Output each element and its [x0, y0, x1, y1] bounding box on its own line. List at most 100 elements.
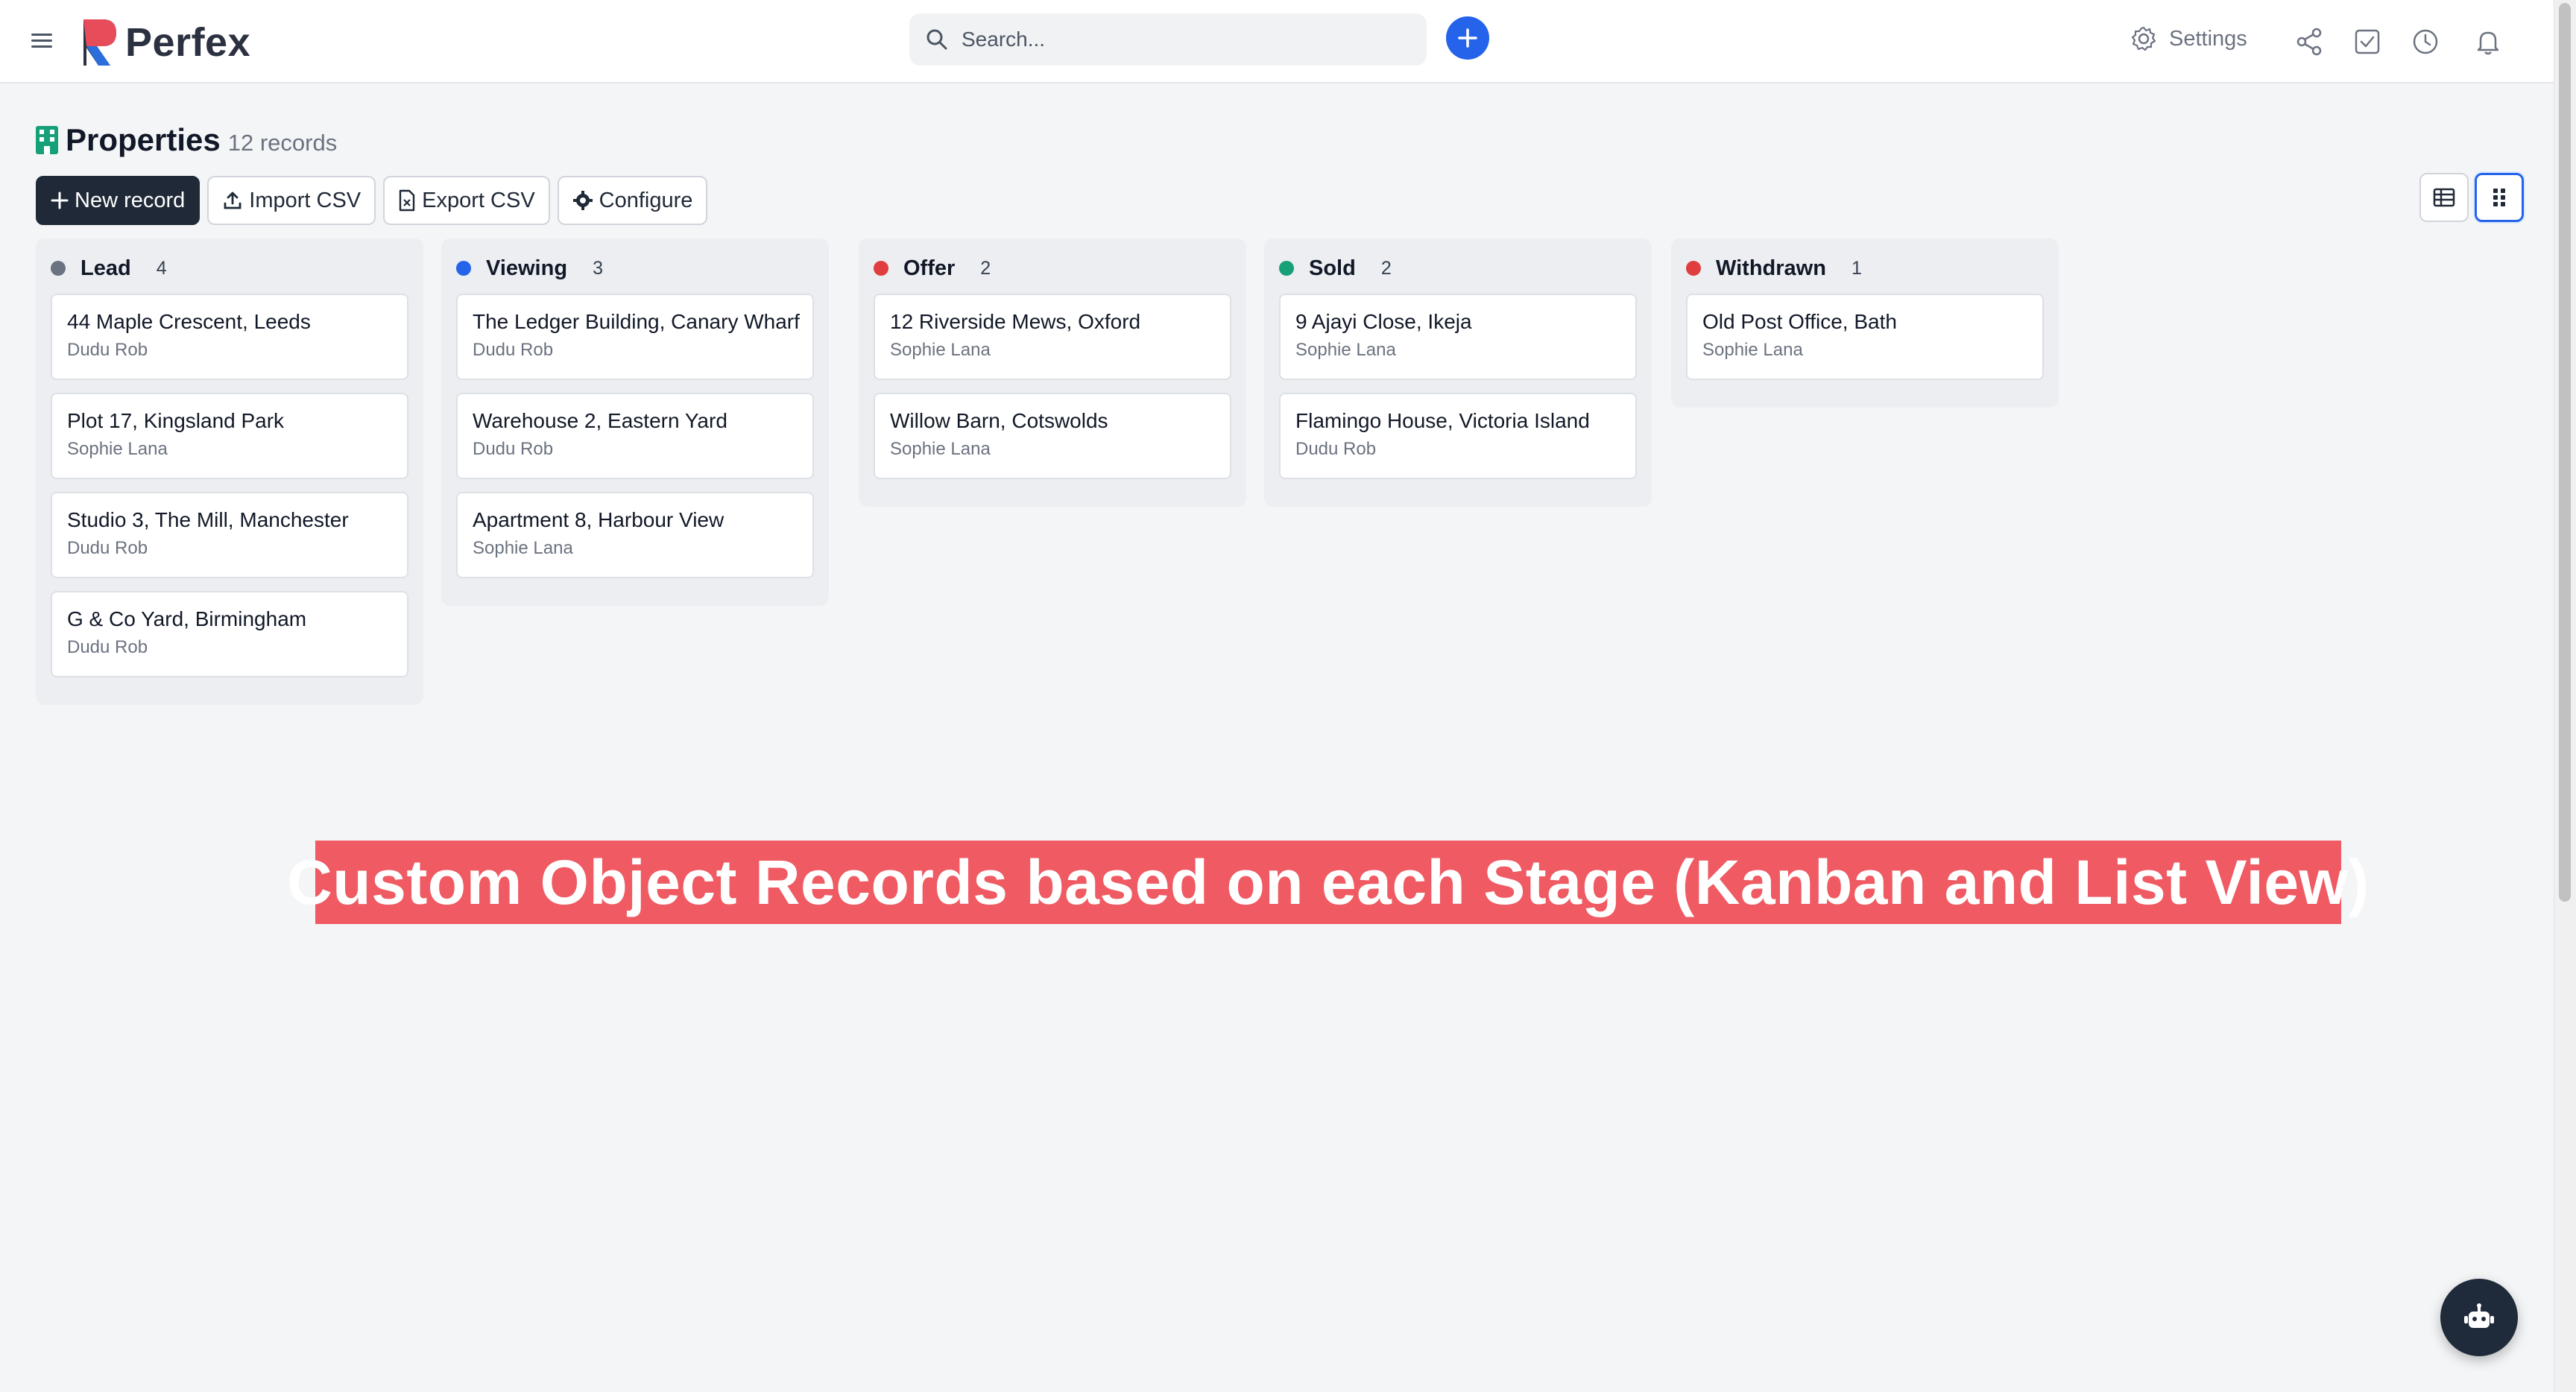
- list-view-button[interactable]: [2419, 173, 2469, 222]
- assistant-button[interactable]: [2440, 1279, 2518, 1356]
- card-owner: Sophie Lana: [473, 538, 573, 558]
- card-title: Old Post Office, Bath: [1702, 310, 1897, 333]
- card-owner: Sophie Lana: [890, 340, 991, 360]
- card-owner: Dudu Rob: [1295, 439, 1377, 459]
- card-title: Studio 3, The Mill, Manchester: [67, 508, 349, 531]
- stage-dot: [51, 261, 66, 276]
- settings-label: Settings: [2169, 26, 2247, 51]
- search-input[interactable]: [962, 28, 1379, 51]
- page-header: Properties 12 records: [36, 122, 337, 158]
- record-card[interactable]: Plot 17, Kingsland Park Sophie Lana: [51, 393, 408, 479]
- card-title: 44 Maple Crescent, Leeds: [67, 310, 311, 333]
- card-owner: Dudu Rob: [473, 439, 554, 459]
- stage-dot: [456, 261, 471, 276]
- column-count: 2: [1380, 257, 1392, 279]
- building-icon: [36, 126, 58, 154]
- table-view-icon: [2433, 188, 2455, 207]
- record-card[interactable]: G & Co Yard, Birmingham Dudu Rob: [51, 591, 408, 677]
- card-owner: Dudu Rob: [67, 637, 148, 657]
- card-owner: Sophie Lana: [1295, 340, 1396, 360]
- search-bar[interactable]: [909, 13, 1427, 66]
- clock-icon[interactable]: [2411, 27, 2440, 57]
- column-count: 1: [1851, 257, 1862, 279]
- import-csv-button[interactable]: Import CSV: [207, 176, 376, 225]
- search-icon: [926, 29, 947, 50]
- export-csv-button[interactable]: Export CSV: [383, 176, 550, 225]
- configure-label: Configure: [599, 188, 693, 212]
- view-toggle: [2419, 173, 2524, 222]
- file-icon: [399, 189, 415, 212]
- robot-icon: [2464, 1303, 2494, 1328]
- card-title: Plot 17, Kingsland Park: [67, 409, 285, 432]
- column-count: 4: [156, 257, 167, 279]
- column-offer: Offer 2 12 Riverside Mews, Oxford Sophie…: [859, 238, 1246, 507]
- record-card[interactable]: 12 Riverside Mews, Oxford Sophie Lana: [874, 294, 1231, 380]
- column-header: Withdrawn 1: [1686, 250, 2044, 286]
- card-title: Warehouse 2, Eastern Yard: [473, 409, 727, 432]
- card-title: Flamingo House, Victoria Island: [1295, 409, 1590, 432]
- column-header: Viewing 3: [456, 250, 814, 286]
- card-title: Willow Barn, Cotswolds: [890, 409, 1108, 432]
- export-csv-label: Export CSV: [422, 188, 535, 212]
- quick-create-button[interactable]: [1446, 16, 1489, 60]
- record-card[interactable]: 44 Maple Crescent, Leeds Dudu Rob: [51, 294, 408, 380]
- record-card[interactable]: Apartment 8, Harbour View Sophie Lana: [456, 492, 814, 578]
- card-owner: Dudu Rob: [67, 538, 148, 558]
- scrollbar-thumb[interactable]: [2559, 3, 2571, 902]
- top-bar: Perfex Settings: [0, 0, 2554, 83]
- app-logo[interactable]: Perfex: [80, 16, 250, 69]
- cog-icon: [572, 191, 593, 210]
- card-title: The Ledger Building, Canary Wharf: [473, 310, 800, 333]
- app-name: Perfex: [125, 20, 251, 65]
- record-card[interactable]: Old Post Office, Bath Sophie Lana: [1686, 294, 2044, 380]
- record-count: 12 records: [227, 130, 338, 156]
- new-record-label: New record: [75, 188, 186, 212]
- stage-dot: [874, 261, 888, 276]
- column-header: Lead 4: [51, 250, 408, 286]
- settings-link[interactable]: Settings: [2130, 25, 2247, 52]
- record-card[interactable]: Flamingo House, Victoria Island Dudu Rob: [1279, 393, 1637, 479]
- plus-icon: [1458, 28, 1477, 48]
- logo-icon: [83, 19, 116, 66]
- record-card[interactable]: Willow Barn, Cotswolds Sophie Lana: [874, 393, 1231, 479]
- card-owner: Dudu Rob: [67, 340, 148, 360]
- column-count: 3: [593, 257, 603, 279]
- column-viewing: Viewing 3 The Ledger Building, Canary Wh…: [441, 238, 829, 606]
- column-header: Sold 2: [1279, 250, 1637, 286]
- new-record-button[interactable]: New record: [36, 176, 201, 225]
- stage-dot: [1279, 261, 1294, 276]
- column-sold: Sold 2 9 Ajayi Close, Ikeja Sophie Lana …: [1264, 238, 1652, 507]
- records-toolbar: New record Import CSV Export CSV Configu…: [36, 176, 708, 225]
- card-owner: Sophie Lana: [67, 439, 168, 459]
- page-scrollbar[interactable]: [2554, 0, 2576, 1392]
- card-title: 12 Riverside Mews, Oxford: [890, 310, 1141, 333]
- column-lead: Lead 4 44 Maple Crescent, Leeds Dudu Rob…: [36, 238, 423, 705]
- kanban-view-button[interactable]: [2475, 173, 2524, 222]
- card-title: Apartment 8, Harbour View: [473, 508, 724, 531]
- card-owner: Sophie Lana: [1702, 340, 1803, 360]
- record-card[interactable]: Warehouse 2, Eastern Yard Dudu Rob: [456, 393, 814, 479]
- stage-dot: [1686, 261, 1701, 276]
- record-card[interactable]: The Ledger Building, Canary Wharf Dudu R…: [456, 294, 814, 380]
- column-withdrawn: Withdrawn 1 Old Post Office, Bath Sophie…: [1671, 238, 2059, 408]
- import-csv-label: Import CSV: [249, 188, 362, 212]
- caption-banner: Custom Object Records based on each Stag…: [287, 841, 2369, 924]
- column-name: Lead: [80, 256, 131, 280]
- column-name: Offer: [903, 256, 956, 280]
- upload-icon: [224, 192, 242, 209]
- card-title: G & Co Yard, Birmingham: [67, 607, 307, 630]
- gear-icon: [2131, 26, 2156, 51]
- column-name: Sold: [1309, 256, 1356, 280]
- card-owner: Sophie Lana: [890, 439, 991, 459]
- record-card[interactable]: Studio 3, The Mill, Manchester Dudu Rob: [51, 492, 408, 578]
- card-title: 9 Ajayi Close, Ikeja: [1295, 310, 1472, 333]
- column-name: Viewing: [486, 256, 568, 280]
- share-icon[interactable]: [2294, 27, 2324, 57]
- caption-text: Custom Object Records based on each Stag…: [287, 847, 2370, 917]
- configure-button[interactable]: Configure: [557, 176, 708, 225]
- task-icon[interactable]: [2352, 27, 2382, 57]
- card-owner: Dudu Rob: [473, 340, 554, 360]
- record-card[interactable]: 9 Ajayi Close, Ikeja Sophie Lana: [1279, 294, 1637, 380]
- bell-icon[interactable]: [2473, 27, 2503, 57]
- menu-icon[interactable]: [30, 28, 54, 52]
